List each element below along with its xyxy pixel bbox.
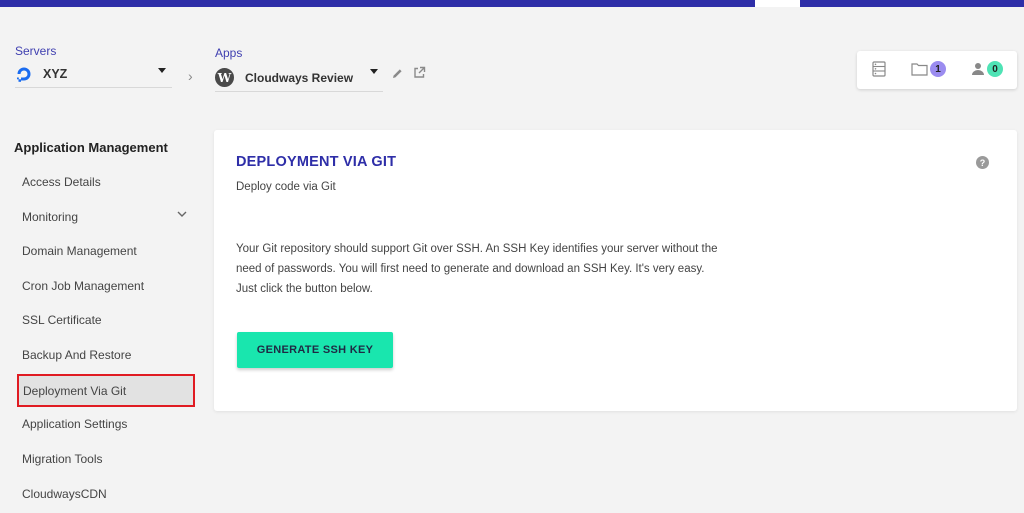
- help-icon[interactable]: ?: [976, 156, 989, 169]
- sidebar-item-label: Backup And Restore: [22, 347, 132, 362]
- deployment-via-git-card: DEPLOYMENT VIA GIT Deploy code via Git ?…: [214, 130, 1017, 411]
- page-subtitle: Deploy code via Git: [236, 181, 336, 193]
- sidebar-item-cloudwayscdn[interactable]: CloudwaysCDN: [17, 477, 195, 510]
- server-list-icon: [872, 61, 886, 77]
- server-selector[interactable]: XYZ: [15, 60, 172, 88]
- projects-count-badge: 1: [930, 61, 946, 77]
- wordpress-icon: W: [215, 68, 234, 87]
- page-title: DEPLOYMENT VIA GIT: [236, 154, 397, 170]
- sidebar-item-migration-tools[interactable]: Migration Tools: [17, 442, 195, 475]
- sidebar-item-backup-and-restore[interactable]: Backup And Restore: [17, 338, 195, 371]
- external-link-icon[interactable]: [413, 66, 426, 82]
- projects-widget-button[interactable]: 1: [911, 61, 946, 77]
- chevron-right-icon: ›: [188, 68, 193, 84]
- team-widget-button[interactable]: 0: [971, 61, 1003, 77]
- resource-summary-widget: 1 0: [857, 51, 1017, 89]
- sidebar-item-label: Migration Tools: [22, 451, 103, 466]
- pencil-icon[interactable]: [392, 68, 403, 82]
- sidebar-item-label: CloudwaysCDN: [22, 486, 107, 501]
- sidebar-item-access-details[interactable]: Access Details: [17, 165, 195, 198]
- caret-down-icon: [370, 69, 378, 74]
- sidebar-item-monitoring[interactable]: Monitoring: [17, 200, 195, 233]
- top-nav-bar: [0, 0, 1024, 7]
- sidebar-title: Application Management: [14, 140, 168, 155]
- sidebar-item-label: Domain Management: [22, 243, 137, 258]
- sidebar-item-label: Deployment Via Git: [23, 383, 127, 398]
- sidebar-item-label: Application Settings: [22, 416, 128, 431]
- description-line: Your Git repository should support Git o…: [236, 243, 718, 255]
- servers-label: Servers: [15, 44, 57, 58]
- chevron-down-icon: [177, 211, 187, 217]
- generate-ssh-key-button[interactable]: GENERATE SSH KEY: [237, 332, 393, 368]
- sidebar-item-ssl-certificate[interactable]: SSL Certificate: [17, 303, 195, 336]
- apps-label: Apps: [215, 46, 243, 60]
- sidebar-item-label: Monitoring: [22, 209, 79, 224]
- sidebar-item-domain-management[interactable]: Domain Management: [17, 234, 195, 267]
- sidebar-item-application-settings[interactable]: Application Settings: [17, 407, 195, 440]
- app-selector-value: Cloudways Review: [245, 70, 354, 85]
- digitalocean-icon: [15, 65, 33, 83]
- description-line: Just click the button below.: [236, 283, 373, 295]
- caret-down-icon: [158, 68, 166, 73]
- top-nav-active-tab[interactable]: [755, 0, 800, 7]
- sidebar-item-cron-job-management[interactable]: Cron Job Management: [17, 269, 195, 302]
- page-description: Your Git repository should support Git o…: [236, 239, 776, 299]
- folder-icon: [911, 63, 928, 76]
- app-selector[interactable]: W Cloudways Review: [215, 64, 383, 92]
- description-line: need of passwords. You will first need t…: [236, 263, 705, 275]
- servers-widget-button[interactable]: [872, 61, 886, 77]
- user-icon: [972, 63, 984, 75]
- sidebar-item-deployment-via-git[interactable]: Deployment Via Git: [17, 374, 195, 407]
- team-count-badge: 0: [987, 61, 1003, 77]
- sidebar-item-label: Cron Job Management: [22, 278, 145, 293]
- sidebar-item-label: Access Details: [22, 174, 101, 189]
- server-selector-value: XYZ: [43, 66, 68, 81]
- sidebar-item-label: SSL Certificate: [22, 312, 102, 327]
